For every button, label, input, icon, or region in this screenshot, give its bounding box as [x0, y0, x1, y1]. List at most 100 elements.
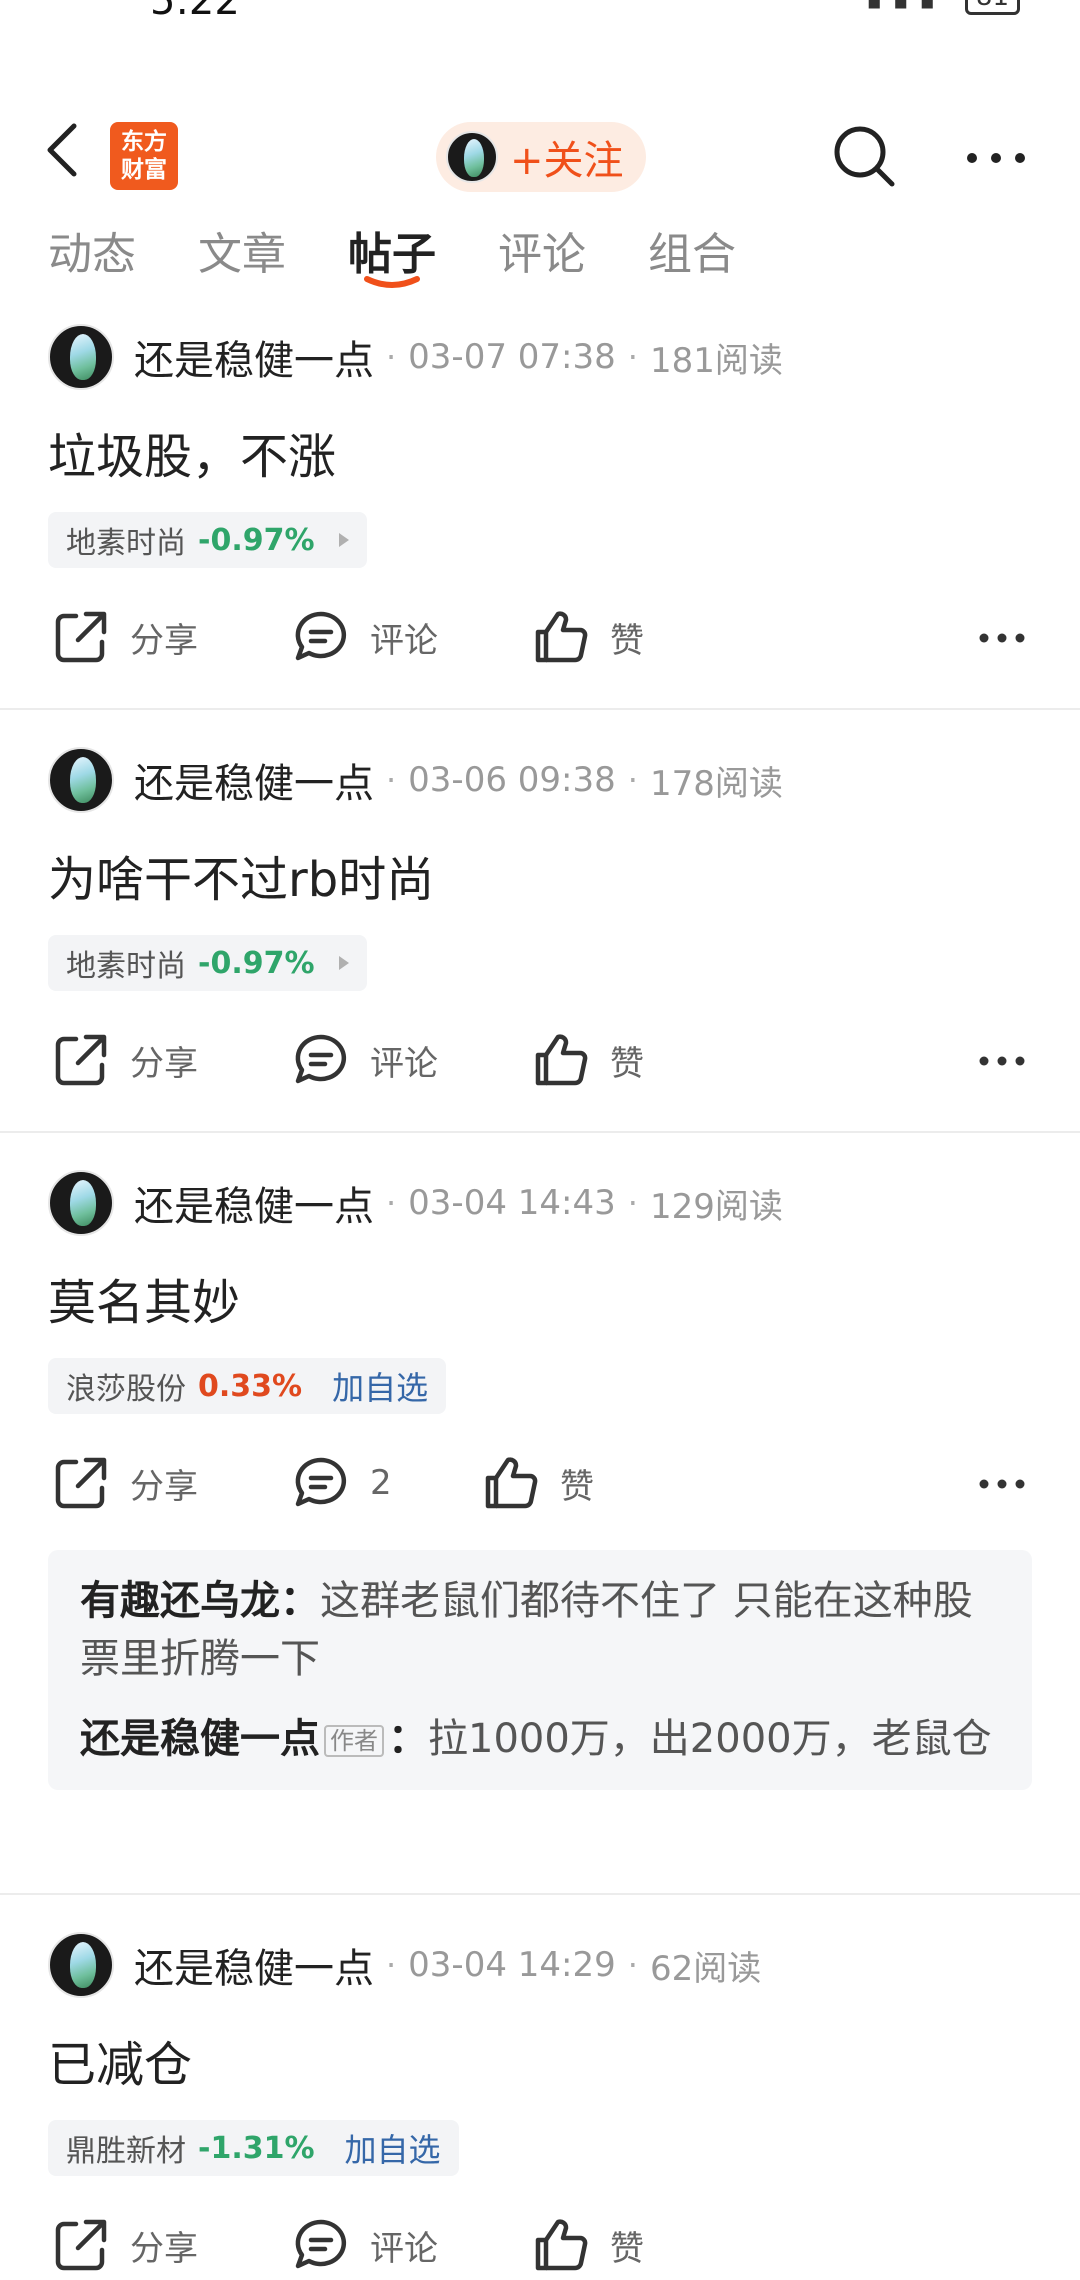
stock-tag[interactable]: 地素时尚 -0.97% — [48, 512, 367, 568]
comment-button[interactable]: 评论 — [292, 1025, 438, 1095]
post-actions: 分享 评论 赞 — [0, 602, 1080, 672]
share-button[interactable]: 分享 — [52, 1448, 198, 1518]
thumbs-up-icon — [535, 611, 588, 663]
share-label: 分享 — [130, 620, 198, 661]
like-button[interactable]: 赞 — [482, 1448, 594, 1518]
read-count: 62阅读 — [649, 1948, 762, 1989]
add-watchlist-button[interactable]: 加自选 — [345, 2125, 441, 2171]
read-count: 129阅读 — [649, 1186, 783, 1227]
tab-dynamics[interactable]: 动态 — [48, 218, 136, 282]
divider — [0, 708, 1080, 710]
more-options-icon[interactable] — [966, 152, 1026, 164]
status-icons: ▮▮▮ 81 — [866, 0, 1020, 15]
active-tab-indicator — [364, 276, 420, 288]
stock-tag[interactable]: 地素时尚 -0.97% — [48, 935, 367, 991]
like-label: 赞 — [610, 1043, 644, 1084]
post-content[interactable]: 莫名其妙 — [48, 1263, 240, 1333]
stock-tag[interactable]: 浪莎股份 0.33% 加自选 — [48, 1358, 447, 1414]
comment-icon — [295, 1457, 347, 1507]
share-button[interactable]: 分享 — [52, 602, 198, 672]
like-button[interactable]: 赞 — [532, 602, 644, 672]
comment-button[interactable]: 评论 — [292, 602, 438, 672]
tab-comments[interactable]: 评论 — [498, 218, 586, 282]
share-button[interactable]: 分享 — [52, 2210, 198, 2280]
tab-posts[interactable]: 帖子 — [348, 218, 436, 282]
comment-button[interactable]: 评论 — [292, 2210, 438, 2280]
stock-change: -0.97% — [198, 945, 315, 981]
comment-label: 评论 — [370, 2228, 438, 2269]
divider — [0, 1131, 1080, 1133]
author-name[interactable]: 还是稳健一点 — [134, 1936, 374, 1994]
comment-label: 评论 — [370, 1043, 438, 1084]
like-label: 赞 — [610, 2228, 644, 2269]
comment-icon — [295, 611, 347, 661]
comment-button[interactable]: 2 — [292, 1448, 392, 1518]
post-content[interactable]: 垃圾股，不涨 — [48, 417, 336, 487]
commenter-name[interactable]: 还是稳健一点 — [80, 1716, 320, 1762]
back-arrow-icon[interactable] — [40, 120, 84, 180]
share-button[interactable]: 分享 — [52, 1025, 198, 1095]
post-actions: 分享 评论 赞 — [0, 1025, 1080, 1095]
author-name[interactable]: 还是稳健一点 — [134, 328, 374, 386]
share-icon — [55, 1034, 107, 1086]
post-actions: 分享 评论 赞 — [0, 2210, 1080, 2280]
comment-preview[interactable]: 有趣还乌龙：这群老鼠们都待不住了 只能在这种股票里折腾一下 还是稳健一点 作者 ：拉… — [48, 1550, 1032, 1790]
comment-icon — [295, 1034, 347, 1084]
chevron-right-icon — [338, 533, 349, 547]
signal-icon: ▮▮▮ — [866, 0, 946, 13]
more-icon[interactable] — [978, 632, 1026, 644]
stock-change: 0.33% — [198, 1368, 303, 1404]
post-content[interactable]: 已减仓 — [48, 2025, 192, 2095]
stock-name: 地素时尚 — [66, 949, 186, 984]
author-avatar[interactable] — [48, 1932, 114, 1998]
post-meta: 还是稳健一点 · 03-07 07:38 · 181阅读 — [48, 322, 783, 392]
author-badge: 作者 — [324, 1725, 384, 1757]
stock-name: 鼎胜新材 — [66, 2134, 186, 2169]
author-avatar[interactable] — [48, 324, 114, 390]
post-meta: 还是稳健一点 · 03-06 09:38 · 178阅读 — [48, 745, 783, 815]
share-icon — [55, 611, 107, 663]
tab-articles[interactable]: 文章 — [198, 218, 286, 282]
comment-label: 评论 — [370, 620, 438, 661]
read-count: 181阅读 — [649, 340, 783, 381]
stock-change: -0.97% — [198, 522, 315, 558]
comment-icon — [295, 2219, 347, 2269]
share-label: 分享 — [130, 1043, 198, 1084]
more-icon[interactable] — [978, 1478, 1026, 1490]
top-header: 东方 财富 +关注 — [0, 40, 1080, 192]
author-avatar[interactable] — [48, 747, 114, 813]
follow-label: +关注 — [510, 138, 624, 184]
tab-portfolio[interactable]: 组合 — [648, 218, 736, 282]
add-watchlist-button[interactable]: 加自选 — [332, 1363, 428, 1409]
post-time: 03-07 07:38 — [408, 337, 616, 377]
post-content[interactable]: 为啥干不过rb时尚 — [48, 840, 434, 910]
author-avatar[interactable] — [48, 1170, 114, 1236]
thumbs-up-icon — [485, 1457, 538, 1509]
post-time: 03-06 09:38 — [408, 760, 616, 800]
like-button[interactable]: 赞 — [532, 2210, 644, 2280]
share-label: 分享 — [130, 2228, 198, 2269]
comment-item: 还是稳健一点 作者 ：拉1000万，出2000万，老鼠仓 — [80, 1716, 992, 1762]
share-icon — [55, 2219, 107, 2271]
search-icon[interactable] — [830, 122, 898, 190]
status-time: 5:22 — [150, 0, 240, 24]
post-time: 03-04 14:43 — [408, 1183, 616, 1223]
author-avatar-small — [446, 131, 498, 183]
stock-name: 浪莎股份 — [66, 1372, 186, 1407]
author-name[interactable]: 还是稳健一点 — [134, 751, 374, 809]
like-button[interactable]: 赞 — [532, 1025, 644, 1095]
like-label: 赞 — [560, 1466, 594, 1507]
commenter-name[interactable]: 有趣还乌龙 — [80, 1578, 280, 1624]
app-logo: 东方 财富 — [110, 122, 178, 190]
chevron-right-icon — [338, 956, 349, 970]
stock-tag[interactable]: 鼎胜新材 -1.31% 加自选 — [48, 2120, 459, 2176]
post-actions: 分享 2 赞 — [0, 1448, 1080, 1518]
follow-button[interactable]: +关注 — [436, 122, 646, 192]
comment-count: 2 — [370, 1463, 392, 1503]
read-count: 178阅读 — [649, 763, 783, 804]
stock-change: -1.31% — [198, 2130, 315, 2166]
post-meta: 还是稳健一点 · 03-04 14:29 · 62阅读 — [48, 1930, 761, 2000]
more-icon[interactable] — [978, 1055, 1026, 1067]
author-name[interactable]: 还是稳健一点 — [134, 1174, 374, 1232]
stock-name: 地素时尚 — [66, 526, 186, 561]
